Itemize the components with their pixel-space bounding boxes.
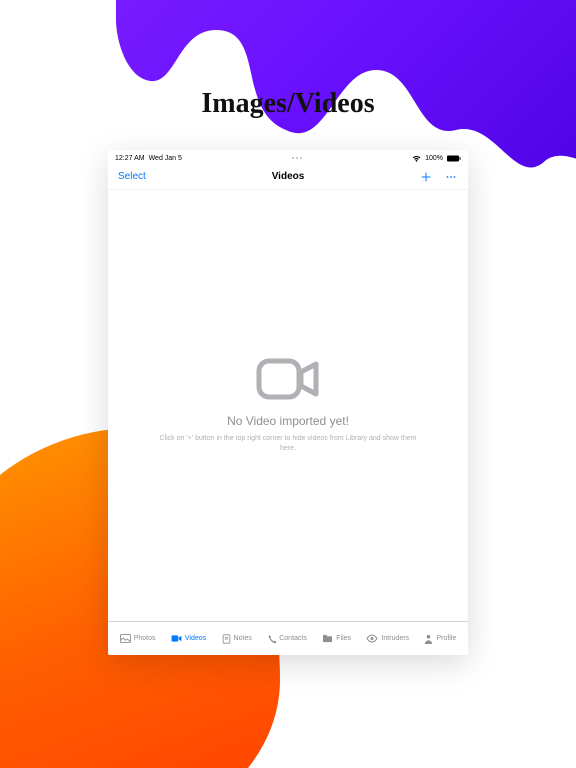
tab-label: Files [336,635,351,642]
tab-videos[interactable]: Videos [171,634,206,643]
tab-contacts[interactable]: Contacts [267,634,307,644]
tab-label: Contacts [279,635,307,642]
more-button[interactable] [444,171,458,183]
device-frame: 12:27 AM Wed Jan 5 100% Select Videos [108,150,468,655]
tab-label: Profile [436,635,456,642]
tab-label: Notes [234,635,252,642]
page-title: Images/Videos [0,88,576,120]
select-button[interactable]: Select [118,171,146,182]
tab-photos[interactable]: Photos [120,634,156,643]
empty-subtitle: Click on '+' button in the top right cor… [158,434,418,454]
battery-icon [447,155,461,162]
nav-title: Videos [108,171,468,182]
tab-label: Intruders [381,635,409,642]
status-bar: 12:27 AM Wed Jan 5 100% [108,150,468,164]
video-camera-icon [256,358,320,400]
navigation-bar: Select Videos [108,164,468,190]
drag-indicator-icon [292,157,302,159]
wifi-icon [412,155,421,162]
status-battery-pct: 100% [425,155,443,162]
tab-label: Videos [185,635,206,642]
tab-intruders[interactable]: Intruders [366,634,409,643]
empty-state: No Video imported yet! Click on '+' butt… [108,190,468,621]
status-time: 12:27 AM [115,155,145,162]
status-date: Wed Jan 5 [149,155,182,162]
tab-notes[interactable]: Notes [222,634,252,644]
tab-files[interactable]: Files [322,634,351,643]
tab-profile[interactable]: Profile [424,634,456,644]
tab-bar: Photos Videos Notes Contacts Files Intru… [108,621,468,655]
empty-title: No Video imported yet! [227,414,349,428]
add-button[interactable] [420,171,432,183]
tab-label: Photos [134,635,156,642]
